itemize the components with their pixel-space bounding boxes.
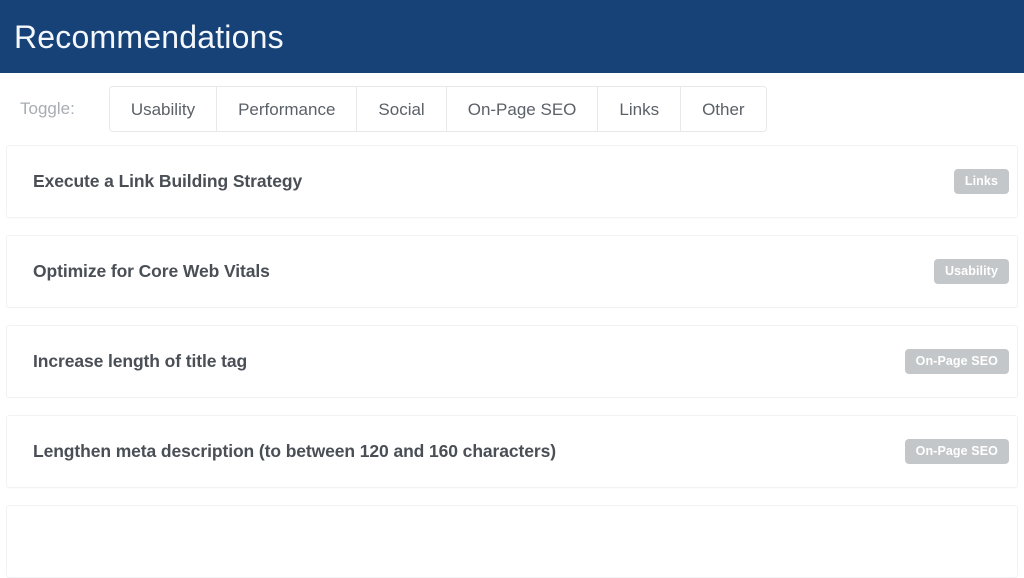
recommendation-list: Execute a Link Building Strategy Links O…	[0, 145, 1024, 578]
page-header: Recommendations	[0, 0, 1024, 73]
toggle-button-other[interactable]: Other	[680, 87, 766, 131]
page-title: Recommendations	[14, 21, 284, 53]
toggle-toolbar: Toggle: Usability Performance Social On-…	[0, 73, 1024, 145]
recommendation-title: Execute a Link Building Strategy	[33, 171, 302, 192]
category-toggle-group: Usability Performance Social On-Page SEO…	[109, 86, 767, 132]
recommendation-title: Optimize for Core Web Vitals	[33, 261, 270, 282]
recommendation-title: Lengthen meta description (to between 12…	[33, 441, 556, 462]
recommendation-row[interactable]: Optimize for Core Web Vitals Usability	[6, 235, 1018, 308]
toggle-button-links[interactable]: Links	[597, 87, 680, 131]
recommendation-category-badge: Usability	[934, 259, 1009, 284]
recommendation-row-partial[interactable]	[6, 505, 1018, 578]
toggle-button-usability[interactable]: Usability	[110, 87, 216, 131]
recommendation-row[interactable]: Increase length of title tag On-Page SEO	[6, 325, 1018, 398]
toggle-button-social[interactable]: Social	[356, 87, 445, 131]
recommendation-row[interactable]: Lengthen meta description (to between 12…	[6, 415, 1018, 488]
recommendations-page: Recommendations Toggle: Usability Perfor…	[0, 0, 1024, 532]
recommendation-category-badge: On-Page SEO	[905, 439, 1009, 464]
toggle-button-on-page-seo[interactable]: On-Page SEO	[446, 87, 598, 131]
recommendation-category-badge: On-Page SEO	[905, 349, 1009, 374]
recommendation-title: Increase length of title tag	[33, 351, 247, 372]
recommendation-row[interactable]: Execute a Link Building Strategy Links	[6, 145, 1018, 218]
toggle-label: Toggle:	[20, 99, 75, 119]
recommendation-category-badge: Links	[954, 169, 1009, 194]
toggle-button-performance[interactable]: Performance	[216, 87, 356, 131]
